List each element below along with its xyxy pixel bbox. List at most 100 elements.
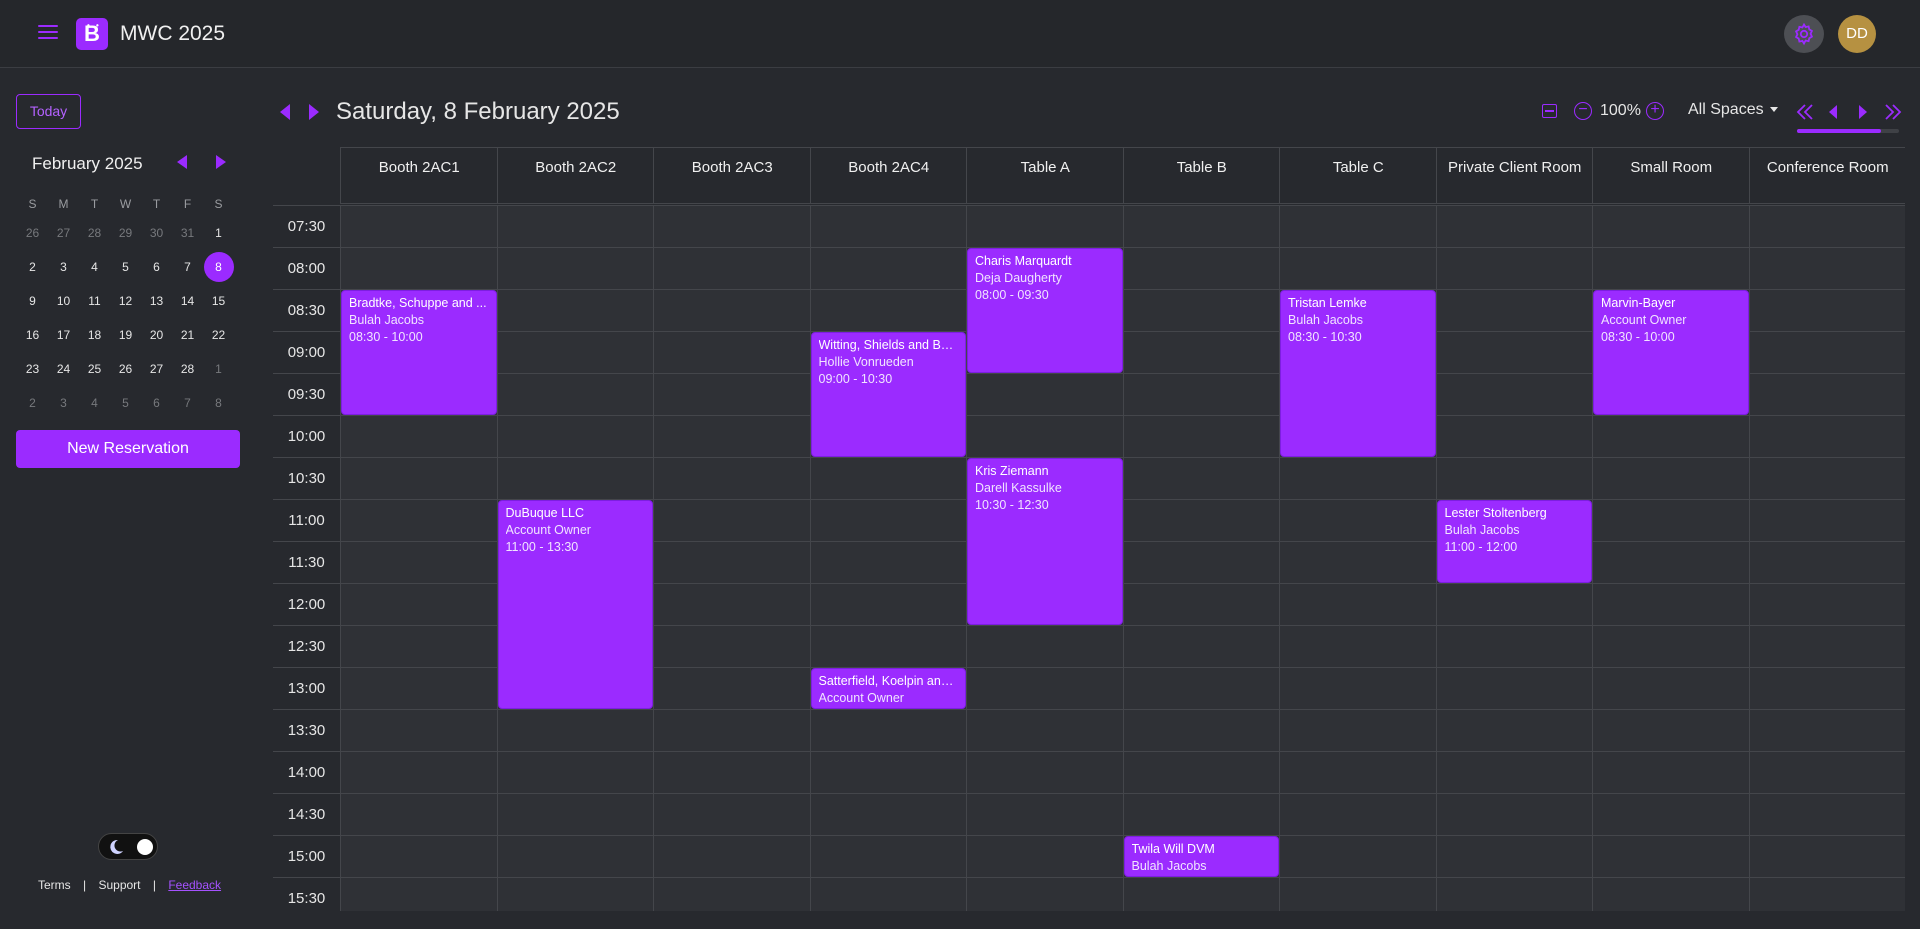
time-slot[interactable] <box>653 667 811 709</box>
time-slot[interactable] <box>1592 793 1750 835</box>
time-slot[interactable] <box>1435 205 1593 247</box>
time-slot[interactable] <box>340 541 498 583</box>
time-slot[interactable] <box>809 289 967 331</box>
theme-toggle[interactable] <box>98 833 158 860</box>
reservation-event[interactable]: Satterfield, Koelpin and... Account Owner <box>810 668 966 709</box>
time-slot[interactable] <box>1279 709 1437 751</box>
time-slot[interactable] <box>1748 751 1905 793</box>
time-slot[interactable] <box>809 499 967 541</box>
time-slot[interactable] <box>1592 499 1750 541</box>
time-slot[interactable] <box>496 289 654 331</box>
terms-link[interactable]: Terms <box>38 878 71 892</box>
day-cell[interactable]: 26 <box>110 362 141 376</box>
time-slot[interactable] <box>496 877 654 911</box>
time-slot[interactable] <box>653 583 811 625</box>
next-day-icon[interactable] <box>309 104 319 120</box>
time-slot[interactable] <box>1592 625 1750 667</box>
time-slot[interactable] <box>340 751 498 793</box>
time-slot[interactable] <box>809 793 967 835</box>
reservation-event[interactable]: Lester Stoltenberg Bulah Jacobs 11:00 - 12… <box>1436 500 1592 583</box>
time-slot[interactable] <box>1122 331 1280 373</box>
day-cell[interactable]: 21 <box>172 328 203 342</box>
time-slot[interactable] <box>1122 625 1280 667</box>
zoom-in-icon[interactable]: + <box>1646 102 1664 120</box>
day-cell[interactable]: 19 <box>110 328 141 342</box>
scroll-right-icon[interactable] <box>1856 102 1870 122</box>
day-cell[interactable]: 2 <box>17 396 48 410</box>
day-cell[interactable]: 1 <box>203 226 234 240</box>
time-slot[interactable] <box>966 751 1124 793</box>
time-slot[interactable] <box>653 205 811 247</box>
time-slot[interactable] <box>340 415 498 457</box>
day-cell[interactable]: 18 <box>79 328 110 342</box>
time-slot[interactable] <box>1279 793 1437 835</box>
time-slot[interactable] <box>1279 205 1437 247</box>
day-cell[interactable]: 12 <box>110 294 141 308</box>
time-slot[interactable] <box>340 583 498 625</box>
day-cell[interactable]: 4 <box>79 260 110 274</box>
time-slot[interactable] <box>1279 541 1437 583</box>
time-slot[interactable] <box>1122 247 1280 289</box>
day-cell[interactable]: 1 <box>203 362 234 376</box>
time-slot[interactable] <box>1435 583 1593 625</box>
time-slot[interactable] <box>1435 373 1593 415</box>
time-slot[interactable] <box>1279 877 1437 911</box>
time-slot[interactable] <box>340 499 498 541</box>
time-slot[interactable] <box>1122 373 1280 415</box>
scroll-left-icon[interactable] <box>1826 102 1840 122</box>
time-slot[interactable] <box>496 373 654 415</box>
reservation-event[interactable]: Kris Ziemann Darell Kassulke 10:30 - 12:30 <box>967 458 1123 625</box>
time-slot[interactable] <box>1122 499 1280 541</box>
time-slot[interactable] <box>1279 835 1437 877</box>
time-slot[interactable] <box>809 625 967 667</box>
day-cell[interactable]: 3 <box>48 396 79 410</box>
reservation-event[interactable]: DuBuque LLC Account Owner 11:00 - 13:30 <box>497 500 653 709</box>
time-slot[interactable] <box>653 541 811 583</box>
time-slot[interactable] <box>1592 835 1750 877</box>
time-slot[interactable] <box>1435 457 1593 499</box>
time-slot[interactable] <box>340 709 498 751</box>
time-slot[interactable] <box>1748 499 1905 541</box>
day-cell[interactable]: 9 <box>17 294 48 308</box>
time-slot[interactable] <box>809 583 967 625</box>
fit-view-icon[interactable] <box>1542 104 1557 118</box>
time-slot[interactable] <box>1748 709 1905 751</box>
time-slot[interactable] <box>809 877 967 911</box>
time-slot[interactable] <box>1592 541 1750 583</box>
support-link[interactable]: Support <box>98 878 140 892</box>
day-cell[interactable]: 14 <box>172 294 203 308</box>
time-slot[interactable] <box>809 751 967 793</box>
time-slot[interactable] <box>653 877 811 911</box>
menu-icon[interactable] <box>38 25 58 41</box>
time-slot[interactable] <box>1122 205 1280 247</box>
day-cell[interactable]: 4 <box>79 396 110 410</box>
column-scrollbar[interactable] <box>1797 129 1899 133</box>
scrollbar-thumb[interactable] <box>1797 129 1881 133</box>
time-slot[interactable] <box>1592 583 1750 625</box>
time-slot[interactable] <box>1435 835 1593 877</box>
time-slot[interactable] <box>1748 457 1905 499</box>
settings-button[interactable] <box>1784 15 1824 53</box>
time-slot[interactable] <box>1435 625 1593 667</box>
time-slot[interactable] <box>340 877 498 911</box>
time-slot[interactable] <box>653 499 811 541</box>
day-cell[interactable]: 28 <box>172 362 203 376</box>
time-slot[interactable] <box>340 247 498 289</box>
time-slot[interactable] <box>340 457 498 499</box>
time-slot[interactable] <box>966 373 1124 415</box>
time-slot[interactable] <box>1435 289 1593 331</box>
time-slot[interactable] <box>1122 793 1280 835</box>
today-button[interactable]: Today <box>16 94 81 129</box>
time-slot[interactable] <box>496 331 654 373</box>
time-slot[interactable] <box>1748 793 1905 835</box>
time-slot[interactable] <box>1435 331 1593 373</box>
day-cell[interactable]: 15 <box>203 294 234 308</box>
time-slot[interactable] <box>1748 583 1905 625</box>
day-cell[interactable]: 7 <box>172 260 203 274</box>
day-cell[interactable]: 28 <box>79 226 110 240</box>
time-slot[interactable] <box>1122 877 1280 911</box>
time-slot[interactable] <box>1748 877 1905 911</box>
day-cell[interactable]: 13 <box>141 294 172 308</box>
time-slot[interactable] <box>496 247 654 289</box>
day-cell[interactable]: 7 <box>172 396 203 410</box>
